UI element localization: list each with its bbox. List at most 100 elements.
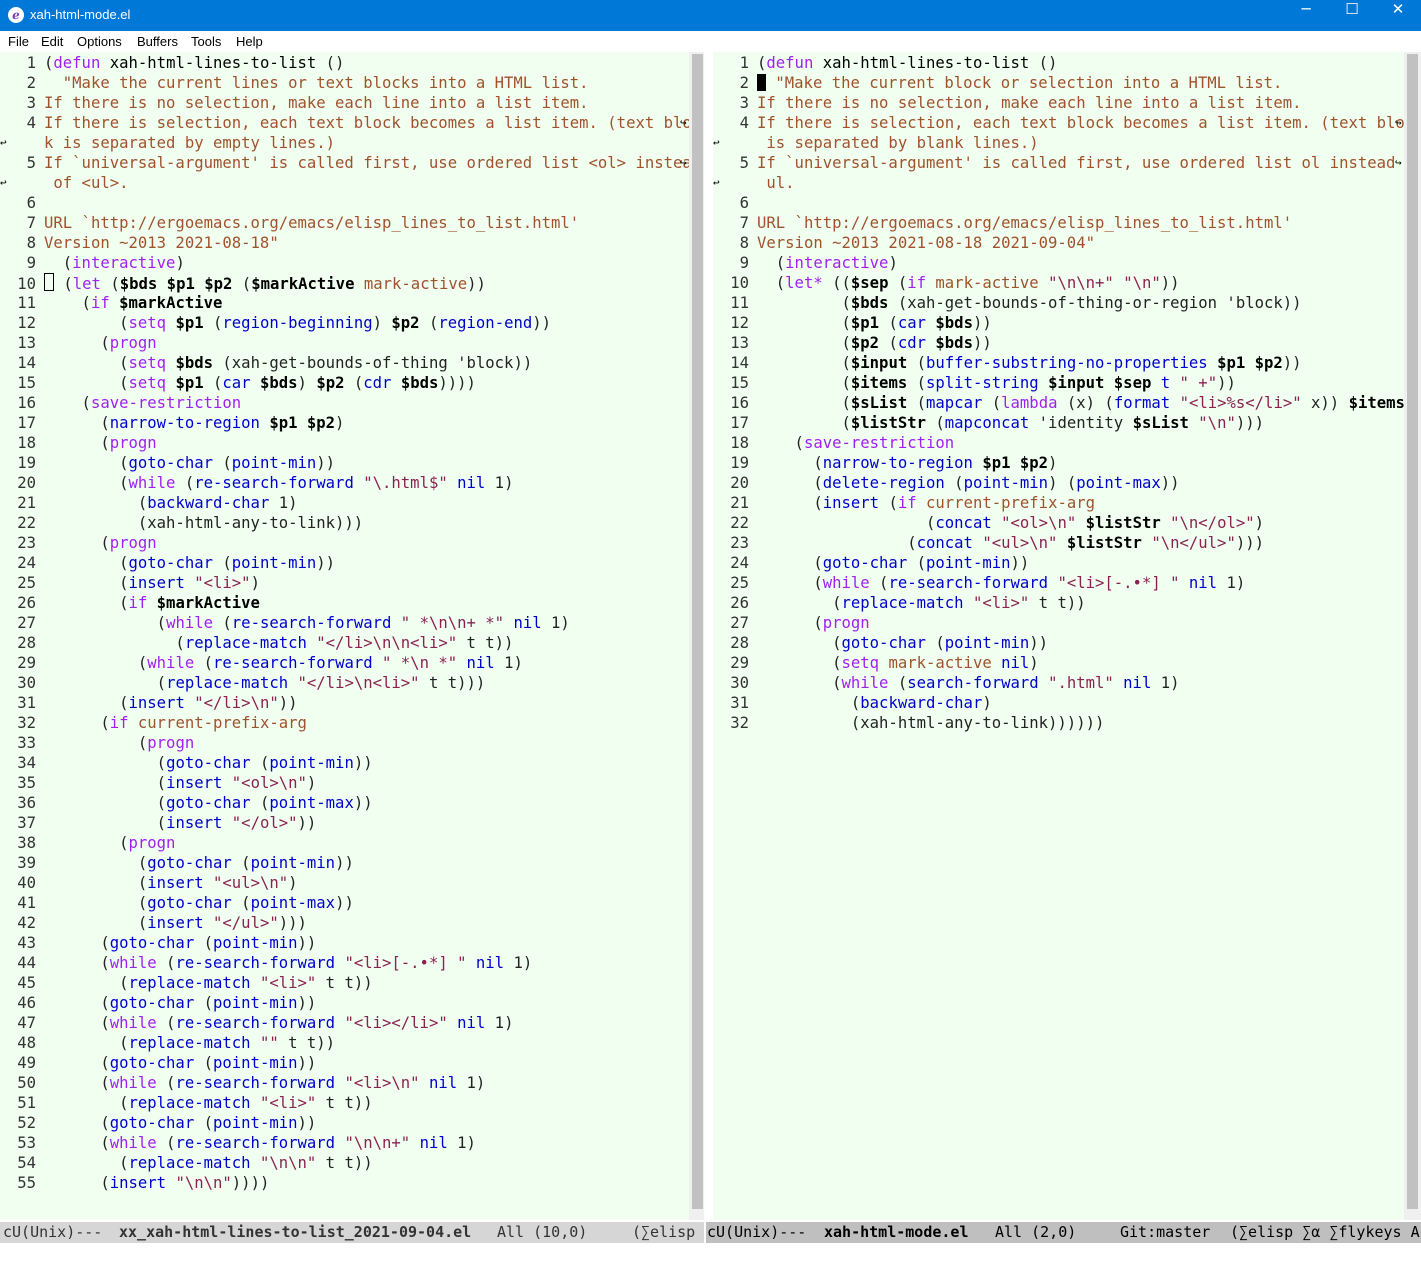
code-text[interactable]: (while (re-search-forward "<li>[-.•*] " … — [44, 954, 532, 972]
code-text[interactable]: (while (search-forward ".html" nil 1) — [757, 674, 1179, 692]
code-line[interactable]: 44 (while (re-search-forward "<li>[-.•*]… — [0, 953, 532, 973]
code-text[interactable]: If there is no selection, make each line… — [757, 94, 1302, 112]
code-line[interactable]: ul. — [713, 173, 794, 193]
menu-help[interactable]: Help — [236, 34, 263, 49]
code-text[interactable]: (goto-char (point-min)) — [44, 1114, 316, 1132]
code-text[interactable]: (concat "<ol>\n" $listStr "\n</ol>") — [757, 514, 1264, 532]
code-text[interactable]: ($sList (mapcar (lambda (x) (format "<li… — [757, 394, 1404, 412]
code-text[interactable]: (while (re-search-forward " *\n *" nil 1… — [44, 654, 523, 672]
code-text[interactable]: (while (re-search-forward "<li></li>" ni… — [44, 1014, 513, 1032]
code-text[interactable]: ($items (split-string $input $sep t " +"… — [757, 374, 1235, 392]
code-text[interactable]: (backward-char) — [757, 694, 992, 712]
window-divider[interactable] — [704, 52, 706, 1243]
code-text[interactable]: (insert "<ol>\n") — [44, 774, 317, 792]
menu-tools[interactable]: Tools — [191, 34, 221, 49]
code-line[interactable]: 1 (defun xah-html-lines-to-list () — [0, 53, 345, 73]
code-text[interactable]: (insert (if current-prefix-arg — [757, 494, 1095, 512]
code-line[interactable]: 8 Version ~2013 2021-08-18 2021-09-04" — [713, 233, 1095, 253]
code-line[interactable]: 47 (while (re-search-forward "<li></li>"… — [0, 1013, 513, 1033]
code-text[interactable]: ($p2 (cdr $bds)) — [757, 334, 991, 352]
code-line[interactable]: 5 If `universal-argument' is called first… — [0, 153, 689, 173]
menu-edit[interactable]: Edit — [41, 34, 63, 49]
code-line[interactable]: 45 (replace-match "<li>" t t)) — [0, 973, 372, 993]
code-text[interactable]: (delete-region (point-min) (point-max)) — [757, 474, 1179, 492]
close-button[interactable]: ✕ — [1375, 0, 1421, 31]
code-text[interactable]: (if $markActive — [44, 594, 260, 612]
menu-file[interactable]: File — [8, 34, 29, 49]
code-line[interactable]: 13 (progn — [0, 333, 156, 353]
code-line[interactable]: 16 (save-restriction — [0, 393, 241, 413]
code-text[interactable]: (replace-match "</li>\n\n<li>" t t)) — [44, 634, 513, 652]
code-text[interactable]: ul. — [757, 174, 794, 192]
code-text[interactable]: (save-restriction — [44, 394, 242, 412]
code-text[interactable]: (replace-match "<li>" t t)) — [44, 1094, 373, 1112]
code-line[interactable]: 51 (replace-match "<li>" t t)) — [0, 1093, 373, 1113]
left-editor-pane[interactable]: 1 (defun xah-html-lines-to-list () 2 "Make… — [0, 52, 689, 1220]
code-line[interactable]: is separated by blank lines.) — [713, 133, 1038, 153]
code-text[interactable]: (while (re-search-forward "<li>\n" nil 1… — [44, 1074, 485, 1092]
code-line[interactable]: 29 (while (re-search-forward " *\n *" ni… — [0, 653, 523, 673]
code-text[interactable]: (replace-match "<li>" t t)) — [757, 594, 1086, 612]
code-text[interactable]: (narrow-to-region $p1 $p2) — [757, 454, 1057, 472]
code-text[interactable]: If there is no selection, make each line… — [44, 94, 589, 112]
code-text[interactable]: (goto-char (point-min)) — [44, 1054, 316, 1072]
code-line[interactable]: 25 (while (re-search-forward "<li>[-.•*]… — [713, 573, 1245, 593]
code-text[interactable]: (goto-char (point-max)) — [44, 794, 373, 812]
code-text[interactable]: Version ~2013 2021-08-18" — [44, 234, 279, 252]
code-line[interactable]: 35 (insert "<ol>\n") — [0, 773, 316, 793]
code-line[interactable]: 19 (narrow-to-region $p1 $p2) — [713, 453, 1057, 473]
code-line[interactable]: 49 (goto-char (point-min)) — [0, 1053, 316, 1073]
code-text[interactable]: (concat "<ul>\n" $listStr "\n</ul>"))) — [757, 534, 1264, 552]
code-text[interactable]: (insert "</ul>"))) — [44, 914, 307, 932]
code-line[interactable]: 53 (while (re-search-forward "\n\n+" nil… — [0, 1133, 476, 1153]
code-text[interactable]: (defun xah-html-lines-to-list () — [757, 54, 1057, 72]
code-text[interactable]: (while (re-search-forward "\.html$" nil … — [44, 474, 513, 492]
code-text[interactable]: (insert "</ol>")) — [44, 814, 317, 832]
code-line[interactable]: 11 ($bds (xah-get-bounds-of-thing-or-reg… — [713, 293, 1301, 313]
code-text[interactable]: (if current-prefix-arg — [44, 714, 307, 732]
code-line[interactable]: 14 (setq $bds (xah-get-bounds-of-thing '… — [0, 353, 532, 373]
code-text[interactable]: If there is selection, each text block b… — [44, 114, 689, 132]
code-line[interactable]: 13 ($p2 (cdr $bds)) — [713, 333, 992, 353]
code-line[interactable]: 21 (insert (if current-prefix-arg — [713, 493, 1095, 513]
code-text[interactable]: (replace-match "" t t)) — [44, 1034, 335, 1052]
code-line[interactable]: 38 (progn — [0, 833, 175, 853]
code-text[interactable]: k is separated by empty lines.) — [44, 134, 335, 152]
code-line[interactable]: 12 ($p1 (car $bds)) — [713, 313, 992, 333]
code-line[interactable]: 4 If there is selection, each text block … — [0, 113, 689, 133]
left-scrollbar-thumb[interactable] — [692, 54, 703, 1209]
code-text[interactable]: (goto-char (point-min)) — [44, 854, 354, 872]
code-line[interactable]: 48 (replace-match "" t t)) — [0, 1033, 335, 1053]
right-editor-pane[interactable]: 1 (defun xah-html-lines-to-list () 2 "Make… — [713, 52, 1404, 1220]
code-line[interactable]: 27 (progn — [713, 613, 869, 633]
code-text[interactable]: (while (re-search-forward "\n\n+" nil 1) — [44, 1134, 476, 1152]
mode-line-vc[interactable]: Git:master — [1120, 1222, 1210, 1243]
menu-options[interactable]: Options — [77, 34, 122, 49]
code-line[interactable]: 2 "Make the current block or selection i… — [713, 73, 1282, 93]
code-text[interactable]: (insert "\n\n")))) — [44, 1174, 269, 1192]
code-text[interactable]: If there is selection, each text block b… — [757, 114, 1404, 132]
code-line[interactable]: 50 (while (re-search-forward "<li>\n" ni… — [0, 1073, 485, 1093]
code-line[interactable]: 36 (goto-char (point-max)) — [0, 793, 373, 813]
code-line[interactable]: 46 (goto-char (point-min)) — [0, 993, 316, 1013]
code-line[interactable]: 31 (insert "</li>\n")) — [0, 693, 297, 713]
minimize-button[interactable]: ─ — [1283, 0, 1329, 31]
code-line[interactable]: 16 ($sList (mapcar (lambda (x) (format "… — [713, 393, 1404, 413]
code-line[interactable]: 23 (progn — [0, 533, 156, 553]
code-text[interactable]: (defun xah-html-lines-to-list () — [44, 54, 344, 72]
code-line[interactable]: 7 URL `http://ergoemacs.org/emacs/elisp_l… — [0, 213, 580, 233]
code-line[interactable]: 31 (backward-char) — [713, 693, 992, 713]
code-text[interactable]: (while (re-search-forward "<li>[-.•*] " … — [757, 574, 1245, 592]
code-text[interactable]: (setq $p1 (car $bds) $p2 (cdr $bds)))) — [44, 374, 476, 392]
code-line[interactable]: of <ul>. — [0, 173, 128, 193]
mode-line-major-mode[interactable]: (∑elisp ∑α ∑flykeys A — [1230, 1222, 1420, 1243]
code-text[interactable]: (progn — [44, 834, 175, 852]
code-text[interactable]: (setq mark-active nil) — [757, 654, 1039, 672]
code-text[interactable]: (xah-html-any-to-link))) — [44, 514, 363, 532]
code-line[interactable]: 32 (if current-prefix-arg — [0, 713, 307, 733]
code-line[interactable]: 15 ($items (split-string $input $sep t "… — [713, 373, 1236, 393]
code-text[interactable]: If `universal-argument' is called first,… — [44, 154, 689, 172]
code-line[interactable]: 52 (goto-char (point-min)) — [0, 1113, 316, 1133]
code-line[interactable]: 30 (replace-match "</li>\n<li>" t t))) — [0, 673, 485, 693]
code-line[interactable]: 25 (insert "<li>") — [0, 573, 260, 593]
